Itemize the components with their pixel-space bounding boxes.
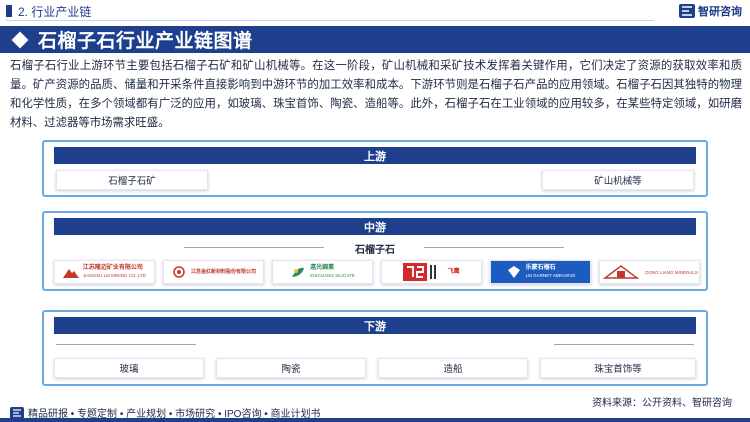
upstream-item-mining-machinery: 矿山机械等	[542, 170, 694, 190]
company-name-jinhong: 江苏金红新材料股份有限公司	[190, 268, 256, 275]
company-name-zhiguang: 遠光錦素	[310, 265, 335, 271]
company-name-feiying: 飞鹰	[447, 268, 460, 275]
downstream-item-shipbuilding: 造船	[378, 358, 528, 378]
company-logo-feiying: 飞鹰	[381, 260, 482, 284]
top-bar: 2. 行业产业链 智研咨询	[0, 0, 750, 22]
company-logo-zhiguang: 遠光錦素 ZHIGUANG SILICATE	[272, 260, 373, 284]
downstream-item-glass: 玻璃	[54, 358, 204, 378]
company-name-longmai: 江苏隆迈矿业有限公司	[82, 265, 143, 271]
company-en-longmai: JIANGSU LM MINING CO.,LTD	[82, 273, 147, 278]
diamond-icon	[11, 31, 29, 48]
brand-name: 智研咨询	[698, 6, 742, 18]
company-name-lemeng: 乐蒙石榴石	[525, 265, 556, 271]
header-divider	[6, 20, 654, 21]
upstream-item-garnet-ore: 石榴子石矿	[56, 170, 208, 190]
company-logo-jinhong: 江苏金红新材料股份有限公司	[163, 260, 264, 284]
footer-bar	[0, 418, 750, 422]
page-title: 石榴子石行业产业链图谱	[38, 31, 253, 52]
brand-small-icon	[10, 406, 24, 419]
company-logo-lemeng: 乐蒙石榴石 LM GARNET ABRASIVE	[490, 260, 591, 284]
midstream-header: 中游	[54, 218, 696, 235]
company-logo-dongliang: DONG LIANG MINERALS	[599, 260, 700, 284]
midstream-subhead: 石榴子石	[355, 245, 395, 256]
intro-paragraph: 石榴子石行业上游环节主要包括石榴子石矿和矿山机械等。在这一阶段，矿山机械和采矿技…	[10, 60, 742, 129]
company-en-dongliang: DONG LIANG MINERALS	[645, 269, 698, 275]
section-marker	[6, 5, 12, 17]
red-block-logo-icon	[403, 263, 437, 281]
leaf-logo-icon	[292, 267, 305, 277]
title-bar: 石榴子石行业产业链图谱	[0, 26, 750, 53]
brand-logo-icon	[679, 4, 695, 18]
circle-logo-icon	[173, 266, 185, 278]
downstream-right-line	[554, 344, 694, 345]
downstream-left-line	[56, 344, 196, 345]
downstream-panel: 下游 玻璃 陶瓷 造船 珠宝首饰等	[42, 310, 708, 386]
midstream-right-line	[424, 247, 564, 248]
upstream-panel: 上游 石榴子石矿 矿山机械等	[42, 140, 708, 197]
company-logo-longmai: 江苏隆迈矿业有限公司 JIANGSU LM MINING CO.,LTD	[54, 260, 155, 284]
downstream-item-jewelry: 珠宝首饰等	[540, 358, 696, 378]
section-title: 2. 行业产业链	[18, 4, 92, 19]
upstream-header: 上游	[54, 147, 696, 164]
downstream-item-ceramics: 陶瓷	[216, 358, 366, 378]
company-en-zhiguang: ZHIGUANG SILICATE	[310, 273, 355, 278]
downstream-header: 下游	[54, 317, 696, 334]
pagoda-logo-icon	[602, 265, 640, 279]
company-en-lemeng: LM GARNET ABRASIVE	[525, 273, 576, 278]
mountain-logo-icon	[62, 269, 79, 278]
midstream-panel: 中游 石榴子石 江苏隆迈矿业有限公司 JIANGSU LM MINING CO.…	[42, 211, 708, 291]
brand: 智研咨询	[679, 3, 742, 19]
gem-logo-icon	[507, 266, 520, 278]
footer: 精品研报 • 专题定制 • 产业规划 • 市场研究 • IPO咨询 • 商业计划…	[0, 398, 750, 422]
source-note: 资料来源：公开资料、智研咨询	[592, 398, 732, 409]
